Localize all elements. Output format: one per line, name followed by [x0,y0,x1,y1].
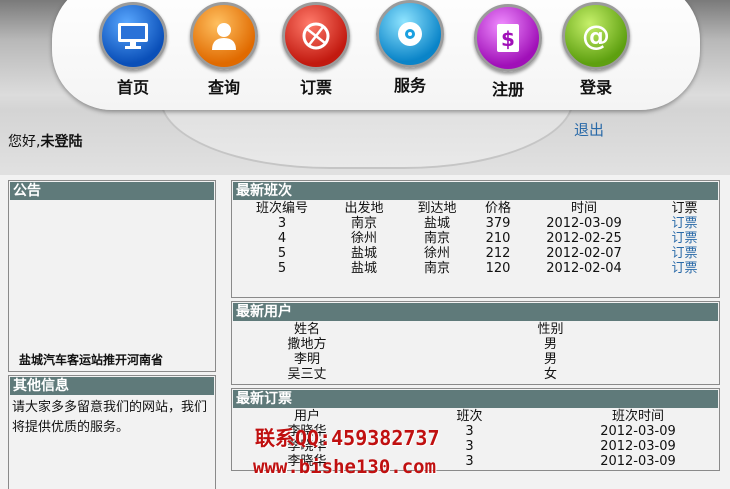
notice-marquee[interactable]: 盐城汽车客运站推开河南省 [19,351,209,368]
trip-date: 2012-02-04 [546,261,622,276]
nav-item-service[interactable]: 服务 [370,0,450,96]
user-name: 吴三丈 [287,367,327,382]
column-header: 订票 [671,201,698,216]
column-header: 出发地 [344,201,384,216]
user-gender: 女 [543,367,557,382]
order-date: 2012-03-09 [600,424,676,439]
trip-to: 南京 [423,261,450,276]
dollar-icon: $ [474,4,542,72]
greeting-prefix: 您好, [8,134,41,150]
nav-label: 查询 [207,78,240,97]
book-ticket-link[interactable]: 订票 [650,216,719,231]
other-info-panel: 其他信息 请大家多多留意我们的网站，我们将提供优质的服务。 [8,375,216,489]
column-header: 时间 [570,201,597,216]
column-header: 到达地 [417,201,457,216]
trip-price: 379 [485,216,511,231]
table-row: 4 徐州 南京 210 2012-02-25 订票 [232,231,719,246]
trip-id: 3 [277,216,287,231]
nav-label: 首页 [116,78,149,97]
latest-trips-title: 最新班次 [233,182,718,200]
watermark-site: www.bishe130.com [253,456,437,478]
nav-label: 服务 [393,76,426,95]
trip-price: 210 [485,231,511,246]
monitor-icon [99,2,167,70]
greeting: 您好,未登陆 [8,131,82,151]
cd-icon [376,0,444,68]
ball-icon [282,2,350,70]
table-row: 5 盐城 南京 120 2012-02-04 订票 [232,261,719,276]
table-row: 5 盐城 徐州 212 2012-02-07 订票 [232,246,719,261]
column-header: 性别 [537,322,564,337]
order-date: 2012-03-09 [600,454,676,469]
latest-trips-panel: 最新班次 班次编号 出发地 到达地 价格 时间 订票 3 南京 盐城 379 2… [231,180,720,298]
trip-to: 盐城 [423,216,450,231]
nav-label: 订票 [299,78,332,97]
nav-item-home[interactable]: 首页 [93,2,173,98]
other-info-text: 请大家多多留意我们的网站，我们将提供优质的服务。 [12,400,208,435]
logout-link[interactable]: 退出 [574,119,604,140]
nav-label: 注册 [491,80,524,99]
trip-from: 南京 [350,216,377,231]
book-ticket-link[interactable]: 订票 [650,231,719,246]
table-header-row: 姓名 性别 [232,322,719,337]
nav-label: 登录 [579,78,612,97]
user-gender: 男 [543,352,557,367]
svg-text:@: @ [582,20,610,52]
table-row: 撒地方 男 [232,337,719,352]
nav-item-login[interactable]: @ 登录 [556,2,636,98]
trip-id: 5 [277,261,287,276]
notice-title: 公告 [10,182,214,200]
latest-orders-title: 最新订票 [233,390,718,408]
book-ticket-link[interactable]: 订票 [650,246,719,261]
table-row: 3 南京 盐城 379 2012-03-09 订票 [232,216,719,231]
trip-from: 盐城 [350,246,377,261]
trip-id: 5 [277,246,287,261]
user-name: 李明 [293,352,320,367]
notice-panel: 公告 盐城汽车客运站推开河南省 [8,180,216,372]
book-ticket-link[interactable]: 订票 [650,261,719,276]
table-header-row: 班次编号 出发地 到达地 价格 时间 订票 [232,201,719,216]
login-status: 未登陆 [40,134,83,150]
trip-price: 120 [485,261,511,276]
watermark-contact: 联系QQ:459382737 [255,426,440,450]
column-header: 班次编号 [255,201,308,216]
column-header: 姓名 [293,322,320,337]
trip-from: 徐州 [350,231,377,246]
trip-date: 2012-02-07 [546,246,622,261]
table-row: 吴三丈 女 [232,367,719,382]
trip-to: 南京 [423,231,450,246]
column-header: 价格 [484,201,511,216]
other-info-title: 其他信息 [10,377,214,395]
table-row: 李明 男 [232,352,719,367]
latest-users-panel: 最新用户 姓名 性别 撒地方 男 李明 男 吴三丈 女 [231,301,720,385]
nav-item-query[interactable]: 查询 [184,2,264,98]
latest-trips-table: 班次编号 出发地 到达地 价格 时间 订票 3 南京 盐城 379 2012-0… [232,201,719,276]
trip-date: 2012-03-09 [546,216,622,231]
nav-item-booking[interactable]: 订票 [276,2,356,98]
trip-from: 盐城 [350,261,377,276]
trip-id: 4 [277,231,287,246]
latest-users-table: 姓名 性别 撒地方 男 李明 男 吴三丈 女 [232,322,719,382]
nav-item-register[interactable]: $ 注册 [468,4,548,100]
trip-date: 2012-02-25 [546,231,622,246]
order-date: 2012-03-09 [600,439,676,454]
user-name: 撒地方 [287,337,327,352]
at-icon: @ [562,2,630,70]
user-icon [190,2,258,70]
svg-text:$: $ [501,27,515,51]
latest-users-title: 最新用户 [233,303,718,321]
trip-to: 徐州 [423,246,450,261]
user-gender: 男 [543,337,557,352]
trip-price: 212 [485,246,511,261]
column-header: 班次时间 [611,409,664,424]
